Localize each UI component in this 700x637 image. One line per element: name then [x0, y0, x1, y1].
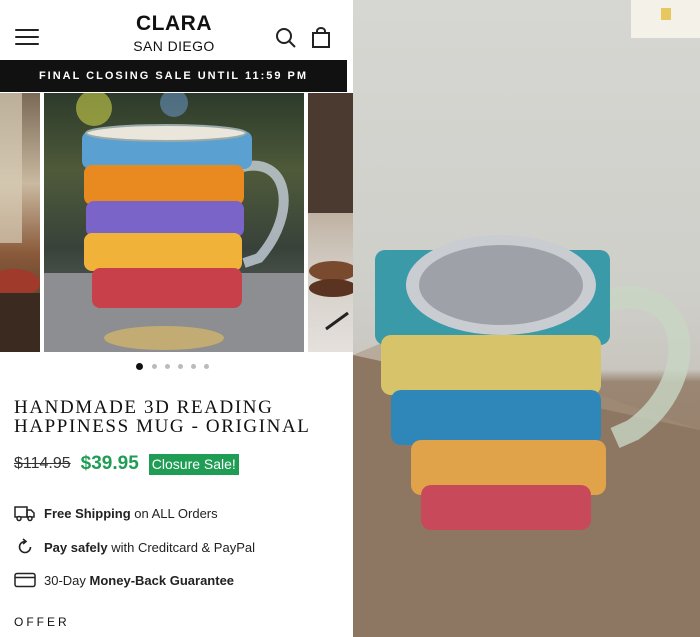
brand-location: SAN DIEGO — [133, 38, 215, 54]
store-logo[interactable]: CLARA SAN DIEGO — [100, 13, 248, 55]
delivery-truck-icon — [14, 503, 36, 523]
product-title: HANDMADE 3D READING HAPPINESS MUG - ORIG… — [14, 397, 311, 437]
feature-text: with Creditcard & PayPal — [107, 539, 256, 555]
credit-card-icon — [14, 570, 36, 590]
feature-free-shipping: Free Shipping on ALL Orders — [14, 503, 218, 523]
carousel-dot[interactable] — [178, 364, 183, 369]
feature-prefix-text: 30-Day — [44, 572, 90, 588]
brand-name: CLARA — [136, 12, 212, 35]
product-image-carousel[interactable] — [0, 93, 353, 352]
search-icon[interactable] — [275, 27, 297, 49]
feature-bold-text: Pay safely — [44, 539, 108, 555]
wall-note — [631, 0, 700, 38]
refresh-icon — [14, 537, 36, 557]
carousel-slide-next[interactable] — [308, 93, 353, 352]
mug-photo-illustration — [353, 235, 700, 637]
price-row: $114.95 $39.95 Closure Sale! — [14, 452, 239, 476]
product-page: CLARA SAN DIEGO FINAL CLOSING SALE UNTIL… — [0, 0, 353, 637]
carousel-dot[interactable] — [152, 364, 157, 369]
site-header: CLARA SAN DIEGO — [0, 0, 353, 60]
original-price: $114.95 — [14, 455, 71, 472]
carousel-dot[interactable] — [191, 364, 196, 369]
offer-heading: OFFER — [14, 615, 70, 629]
carousel-slide-previous[interactable] — [0, 93, 40, 352]
feature-text: on ALL Orders — [130, 505, 218, 521]
feature-bold-text: Free Shipping — [44, 505, 131, 521]
sale-banner[interactable]: FINAL CLOSING SALE UNTIL 11:59 PM — [0, 60, 347, 92]
feature-pay-safely: Pay safely with Creditcard & PayPal — [14, 537, 255, 557]
feature-money-back: 30-Day Money-Back Guarantee — [14, 570, 234, 590]
carousel-dot[interactable] — [136, 363, 143, 370]
sale-badge: Closure Sale! — [148, 453, 239, 475]
shopping-bag-icon[interactable] — [310, 27, 332, 49]
carousel-dot[interactable] — [165, 364, 170, 369]
hamburger-menu-icon[interactable] — [15, 29, 39, 47]
customer-photo-mug — [353, 0, 700, 637]
carousel-pagination — [134, 363, 214, 372]
product-image-main[interactable] — [44, 93, 304, 352]
feature-bold-text: Money-Back Guarantee — [89, 572, 235, 588]
carousel-dot[interactable] — [204, 364, 209, 369]
sale-price: $39.95 — [80, 453, 139, 474]
